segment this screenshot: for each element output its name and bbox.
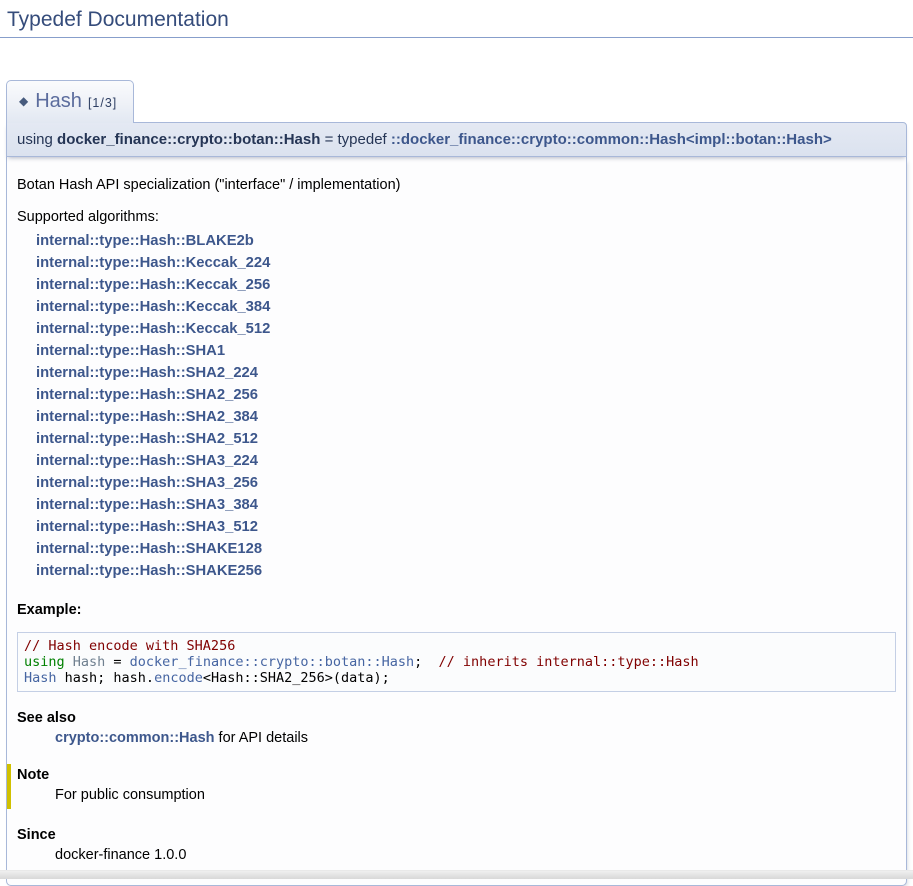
algorithm-link[interactable]: internal::type::Hash::SHAKE256 bbox=[36, 560, 896, 582]
algorithm-link[interactable]: internal::type::Hash::SHA3_224 bbox=[36, 450, 896, 472]
algorithm-link[interactable]: internal::type::Hash::SHA3_384 bbox=[36, 494, 896, 516]
proto-typedef-name: docker_finance::crypto::botan::Hash bbox=[57, 131, 320, 148]
algorithm-link[interactable]: internal::type::Hash::BLAKE2b bbox=[36, 230, 896, 252]
code-keyword: using bbox=[24, 654, 65, 670]
code-operator: = bbox=[105, 654, 129, 670]
algorithm-link[interactable]: internal::type::Hash::SHA2_256 bbox=[36, 384, 896, 406]
algorithm-link[interactable]: internal::type::Hash::SHAKE128 bbox=[36, 538, 896, 560]
code-punctuation: ; bbox=[414, 654, 438, 670]
member-title: Hash bbox=[35, 90, 82, 112]
algorithm-link[interactable]: internal::type::Hash::SHA2_512 bbox=[36, 428, 896, 450]
code-link-encode[interactable]: encode bbox=[154, 670, 203, 686]
code-comment: // Hash encode with SHA256 bbox=[24, 638, 235, 654]
algorithm-link[interactable]: internal::type::Hash::SHA1 bbox=[36, 340, 896, 362]
see-also-suffix: for API details bbox=[215, 730, 309, 746]
algorithm-link[interactable]: internal::type::Hash::Keccak_256 bbox=[36, 274, 896, 296]
note-label: Note bbox=[17, 767, 896, 783]
code-comment-inherits: // inherits internal::type::Hash bbox=[439, 654, 699, 670]
note-section: Note For public consumption bbox=[7, 764, 896, 809]
member-prototype: using docker_finance::crypto::botan::Has… bbox=[6, 122, 907, 157]
brief-description: Botan Hash API specialization ("interfac… bbox=[17, 177, 896, 193]
code-type-token: Hash bbox=[65, 654, 106, 670]
since-section: Since docker-finance 1.0.0 bbox=[17, 827, 896, 863]
algorithm-link[interactable]: internal::type::Hash::SHA2_224 bbox=[36, 362, 896, 384]
code-text-tail: <Hash::SHA2_256>(data); bbox=[203, 670, 390, 686]
algorithm-link[interactable]: internal::type::Hash::Keccak_384 bbox=[36, 296, 896, 318]
code-link-hash[interactable]: Hash bbox=[24, 670, 57, 686]
algorithm-link[interactable]: internal::type::Hash::SHA2_384 bbox=[36, 406, 896, 428]
code-link-botan-hash[interactable]: docker_finance::crypto::botan::Hash bbox=[130, 654, 414, 670]
proto-prefix: using bbox=[17, 131, 57, 148]
since-text: docker-finance 1.0.0 bbox=[55, 847, 896, 863]
algorithm-link[interactable]: internal::type::Hash::Keccak_224 bbox=[36, 252, 896, 274]
typedef-member-hash: ◆Hash[1/3] using docker_finance::crypto:… bbox=[6, 80, 907, 886]
algorithm-link[interactable]: internal::type::Hash::Keccak_512 bbox=[36, 318, 896, 340]
code-text: hash; hash. bbox=[57, 670, 155, 686]
section-title: Typedef Documentation bbox=[0, 6, 913, 38]
member-tab: ◆ Hash [1/3] bbox=[6, 80, 134, 123]
since-label: Since bbox=[17, 827, 896, 843]
footer-divider-band bbox=[0, 870, 913, 879]
see-also-link[interactable]: crypto::common::Hash bbox=[55, 730, 215, 746]
algorithm-list: internal::type::Hash::BLAKE2b internal::… bbox=[36, 230, 896, 582]
see-also-section: See also crypto::common::Hash for API de… bbox=[17, 710, 896, 746]
algorithm-link[interactable]: internal::type::Hash::SHA3_512 bbox=[36, 516, 896, 538]
proto-aliased-type-link[interactable]: ::docker_finance::crypto::common::Hash<i… bbox=[391, 131, 832, 148]
code-fragment: // Hash encode with SHA256 using Hash = … bbox=[17, 632, 896, 692]
permalink-diamond-icon[interactable]: ◆ bbox=[19, 94, 28, 108]
supported-algorithms-label: Supported algorithms: bbox=[17, 209, 896, 225]
see-also-label: See also bbox=[17, 710, 896, 726]
note-text: For public consumption bbox=[55, 787, 896, 803]
proto-equals: = typedef bbox=[320, 131, 390, 148]
example-label: Example: bbox=[17, 602, 896, 618]
algorithm-link[interactable]: internal::type::Hash::SHA3_256 bbox=[36, 472, 896, 494]
member-documentation: Botan Hash API specialization ("interfac… bbox=[6, 157, 907, 886]
member-overload-index: [1/3] bbox=[88, 96, 117, 110]
